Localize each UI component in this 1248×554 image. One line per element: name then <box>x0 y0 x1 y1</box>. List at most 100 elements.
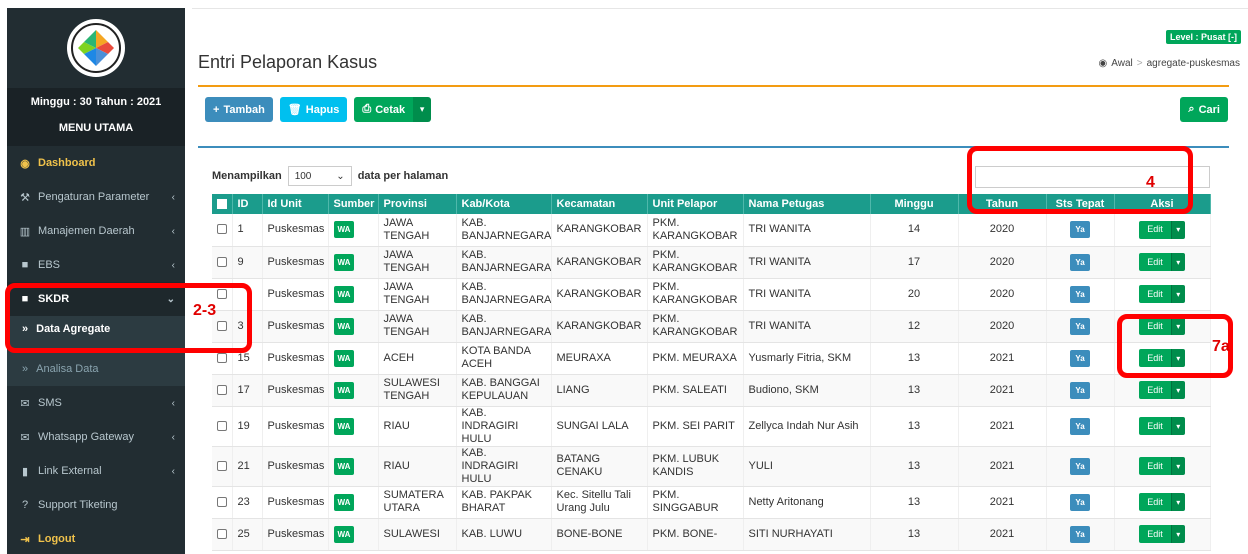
menu-title: MENU UTAMA <box>58 122 134 134</box>
cell-id-unit: Puskesmas <box>262 446 329 487</box>
select-all-checkbox[interactable] <box>212 194 233 214</box>
sidebar-item-pengaturan-parameter[interactable]: ⚒ Pengaturan Parameter ‹ <box>7 180 185 214</box>
wa-badge: WA <box>333 349 355 367</box>
sidebar-item-ebs[interactable]: ■ EBS ‹ <box>7 248 185 282</box>
sidebar-item-dashboard[interactable]: ◉ Dashboard <box>7 146 185 180</box>
hapus-button[interactable]: 🗑 Hapus <box>279 97 348 122</box>
col-header-minggu[interactable]: Minggu <box>870 194 959 214</box>
row-checkbox[interactable] <box>217 420 227 431</box>
cell-kecamatan: Kec. Sitellu Tali Urang Julu <box>551 486 648 519</box>
cell-unit-pelapor: PKM. KARANGKOBAR <box>647 246 744 279</box>
cell-kecamatan: LIANG <box>551 374 648 407</box>
show-label: Menampilkan <box>212 170 282 182</box>
cell-unit-pelapor: PKM. LUBUK KANDIS <box>647 446 744 487</box>
breadcrumb-home[interactable]: Awal <box>1111 58 1133 69</box>
col-header-id[interactable]: ID <box>232 194 263 214</box>
edit-button[interactable]: Edit <box>1139 493 1171 511</box>
cell-select <box>212 374 233 407</box>
col-header-kab-kota[interactable]: Kab/Kota <box>456 194 552 214</box>
col-header-kecamatan[interactable]: Kecamatan <box>551 194 648 214</box>
hapus-label: Hapus <box>305 103 340 116</box>
cell-minggu: 13 <box>870 518 959 551</box>
col-header-provinsi[interactable]: Provinsi <box>378 194 457 214</box>
row-checkbox[interactable] <box>217 460 227 471</box>
row-checkbox[interactable] <box>217 384 227 395</box>
main-content: Level : Pusat [-] Entri Pelaporan Kasus … <box>185 8 1248 554</box>
cell-unit-pelapor: PKM. SEI PARIT <box>647 406 744 447</box>
cell-nama-petugas: TRI WANITA <box>743 278 871 311</box>
row-checkbox[interactable] <box>217 224 227 235</box>
sidebar-item-sms[interactable]: ✉ SMS ‹ <box>7 386 185 420</box>
cell-nama-petugas: YULI <box>743 446 871 487</box>
sidebar: Minggu : 30 Tahun : 2021 MENU UTAMA ◉ Da… <box>7 8 185 554</box>
edit-dropdown-toggle[interactable]: ▾ <box>1170 220 1185 239</box>
sidebar-item-manajemen-daerah[interactable]: ▥ Manajemen Daerah ‹ <box>7 214 185 248</box>
dashboard-icon: ◉ <box>1098 58 1108 69</box>
col-header-nama-petugas[interactable]: Nama Petugas <box>743 194 871 214</box>
edit-button[interactable]: Edit <box>1139 285 1171 303</box>
cell-nama-petugas: Yusmarly Fitria, SKM <box>743 342 871 375</box>
sidebar-item-support-tiketing[interactable]: ? Support Tiketing <box>7 488 185 522</box>
sidebar-item-whatsapp-gateway[interactable]: ✉ Whatsapp Gateway ‹ <box>7 420 185 454</box>
edit-dropdown-toggle[interactable]: ▾ <box>1170 493 1185 511</box>
cell-sumber: WA <box>328 406 379 447</box>
cell-select <box>212 446 233 487</box>
top-strip <box>192 8 1248 12</box>
edit-button[interactable]: Edit <box>1139 417 1171 435</box>
edit-dropdown-toggle[interactable]: ▾ <box>1170 525 1185 543</box>
cell-provinsi: JAWA TENGAH <box>378 246 457 279</box>
cell-sts-tepat: Ya <box>1046 374 1115 407</box>
cell-tahun: 2020 <box>958 214 1047 247</box>
cell-sumber: WA <box>328 446 379 487</box>
edit-button[interactable]: Edit <box>1139 525 1171 543</box>
cell-sumber: WA <box>328 486 379 519</box>
table-row: 19 Puskesmas WA RIAU KAB. INDRAGIRI HULU SUNG… <box>212 406 1211 447</box>
edit-dropdown-toggle[interactable]: ▾ <box>1170 253 1185 271</box>
cetak-dropdown-toggle[interactable]: ▾ <box>413 97 432 122</box>
tambah-button[interactable]: + Tambah <box>205 97 273 122</box>
cari-button[interactable]: ⌕ Cari <box>1180 97 1228 122</box>
cell-aksi: Edit ▾ <box>1114 278 1211 311</box>
cell-sts-tepat: Ya <box>1046 278 1115 311</box>
row-checkbox[interactable] <box>217 528 227 539</box>
row-checkbox[interactable] <box>217 352 227 363</box>
wa-badge: WA <box>333 285 355 303</box>
level-badge[interactable]: Level : Pusat [-] <box>1165 30 1241 44</box>
cell-nama-petugas: TRI WANITA <box>743 310 871 343</box>
col-header-sumber[interactable]: Sumber <box>328 194 379 214</box>
edit-button[interactable]: Edit <box>1139 220 1171 239</box>
cell-unit-pelapor: PKM. SINGGABUR <box>647 486 744 519</box>
cell-id-unit: Puskesmas <box>262 310 329 343</box>
sidebar-subitem-analisa-data[interactable]: » Analisa Data <box>7 352 185 386</box>
status-badge: Ya <box>1070 525 1090 543</box>
row-checkbox[interactable] <box>217 496 227 507</box>
edit-button[interactable]: Edit <box>1139 457 1171 475</box>
table-row: Puskesmas WA JAWA TENGAH KAB. BANJARNEGARA K… <box>212 278 1211 311</box>
wa-badge: WA <box>333 253 355 271</box>
edit-button[interactable]: Edit <box>1139 381 1171 399</box>
edit-dropdown-toggle[interactable]: ▾ <box>1170 285 1185 303</box>
table-row: 3 Puskesmas WA JAWA TENGAH KAB. BANJARNEGARA… <box>212 310 1211 343</box>
row-checkbox[interactable] <box>217 256 227 267</box>
col-header-id-unit[interactable]: Id Unit <box>262 194 329 214</box>
col-header-unit-pelapor[interactable]: Unit Pelapor <box>647 194 744 214</box>
page-size-select[interactable]: 100 ⌄ <box>287 166 352 186</box>
sidebar-item-label: Whatsapp Gateway <box>38 431 134 443</box>
sidebar-item-link-external[interactable]: ▮ Link External ‹ <box>7 454 185 488</box>
cetak-button[interactable]: ⎙ Cetak <box>354 97 414 122</box>
edit-split-button: Edit ▾ <box>1139 253 1185 271</box>
edit-button[interactable]: Edit <box>1139 253 1171 271</box>
cell-id: 9 <box>232 246 263 279</box>
cell-minggu: 13 <box>870 342 959 375</box>
cell-id-unit: Puskesmas <box>262 518 329 551</box>
cell-id-unit: Puskesmas <box>262 486 329 519</box>
cell-kab-kota: KAB. BANGGAI KEPULAUAN <box>456 374 552 407</box>
sidebar-item-logout[interactable]: ⇥ Logout <box>7 522 185 554</box>
edit-dropdown-toggle[interactable]: ▾ <box>1170 417 1185 435</box>
edit-dropdown-toggle[interactable]: ▾ <box>1170 457 1185 475</box>
cell-tahun: 2021 <box>958 486 1047 519</box>
cell-select <box>212 486 233 519</box>
cell-sumber: WA <box>328 310 379 343</box>
sidebar-item-label: Link External <box>38 465 102 477</box>
edit-dropdown-toggle[interactable]: ▾ <box>1170 381 1185 399</box>
